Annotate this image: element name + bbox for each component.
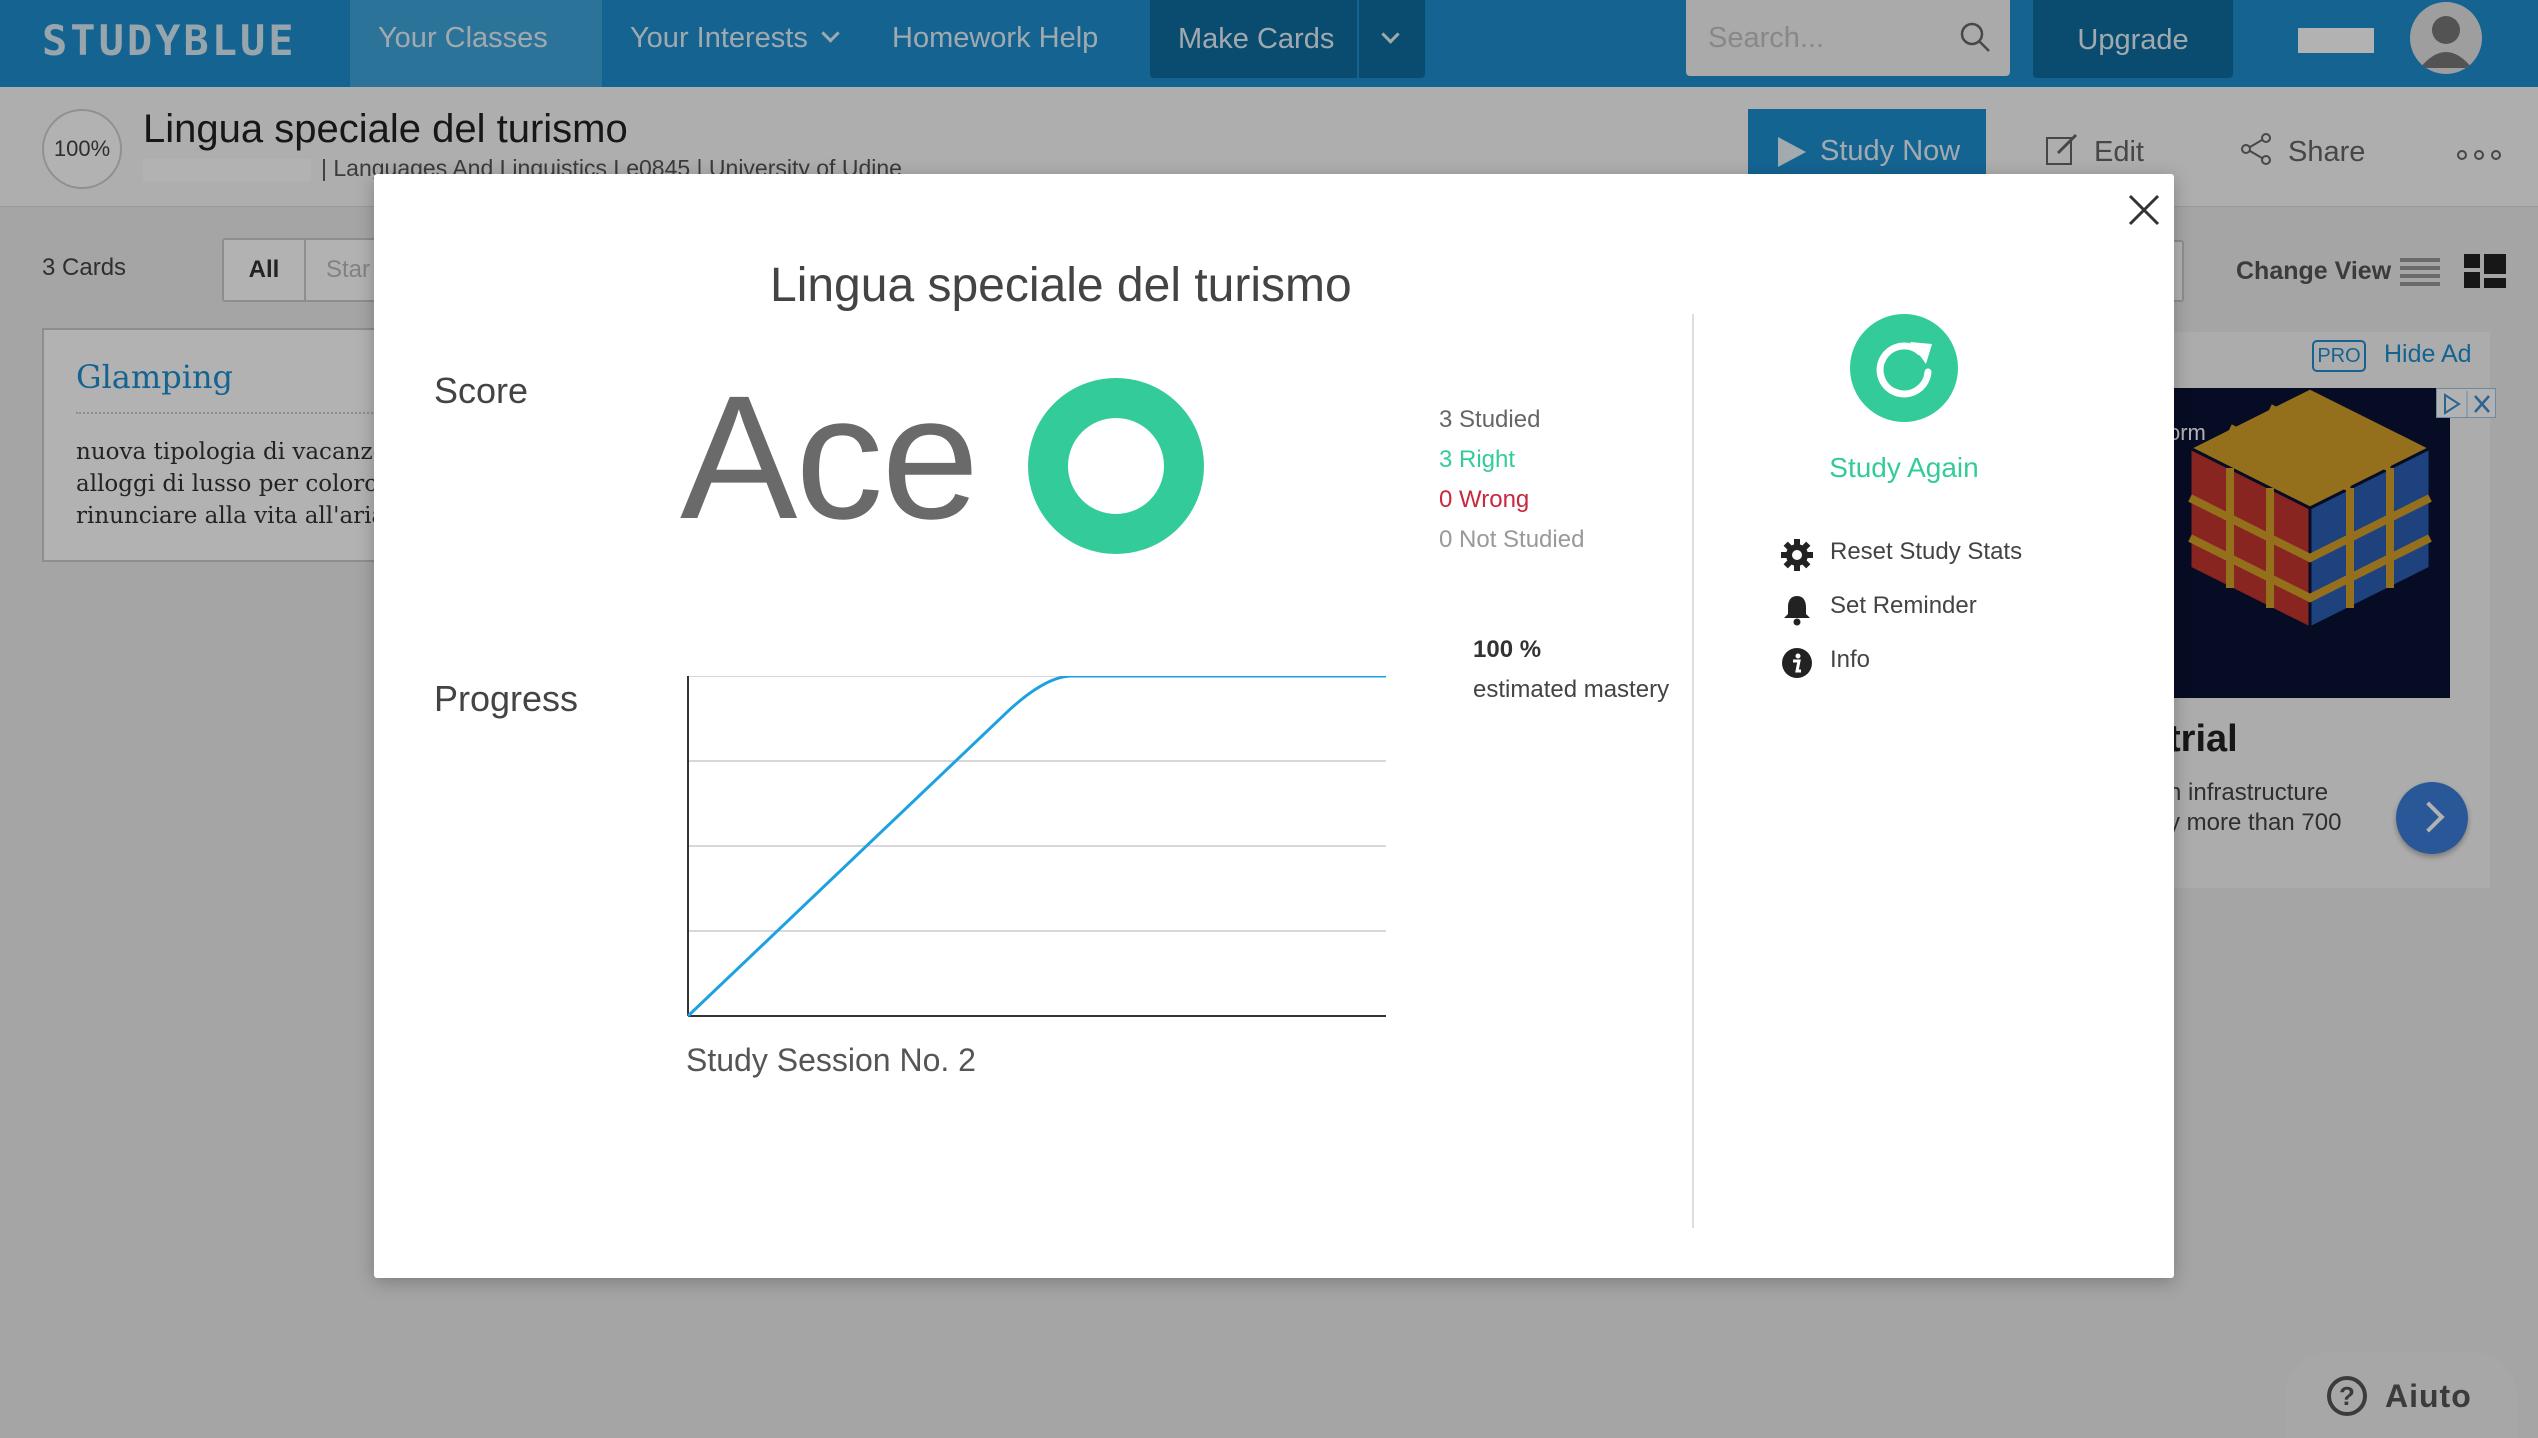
modal-title: Lingua speciale del turismo: [770, 259, 1352, 312]
gear-icon: [1781, 539, 1813, 571]
score-grade: Ace: [680, 360, 979, 556]
study-results-modal: Lingua speciale del turismo Score Ace 3 …: [374, 174, 2174, 1278]
modal-divider: [1692, 314, 1694, 1228]
progress-chart: [686, 676, 1386, 1018]
progress-label: Progress: [434, 678, 579, 719]
set-reminder-label: Set Reminder: [1830, 592, 1977, 619]
reset-study-stats-label: Reset Study Stats: [1830, 538, 2023, 565]
close-icon[interactable]: [2120, 186, 2168, 234]
mastery-label: estimated mastery: [1473, 676, 1670, 703]
study-again-label[interactable]: Study Again: [1794, 452, 2014, 484]
stat-studied: 3 Studied: [1439, 406, 1541, 433]
mastery-percent: 100 %: [1473, 636, 1542, 663]
bell-icon: [1784, 596, 1810, 626]
info-label: Info: [1830, 646, 1871, 673]
chart-x-label: Study Session No. 2: [686, 1042, 976, 1078]
stat-right: 3 Right: [1439, 446, 1516, 473]
refresh-icon: [1876, 342, 1932, 398]
score-ring-icon: [1028, 378, 1204, 554]
stat-not-studied: 0 Not Studied: [1439, 526, 1585, 553]
info-icon: [1782, 648, 1812, 678]
stat-wrong: 0 Wrong: [1439, 486, 1530, 513]
score-label: Score: [434, 370, 529, 411]
study-again-button[interactable]: [1850, 314, 1958, 422]
